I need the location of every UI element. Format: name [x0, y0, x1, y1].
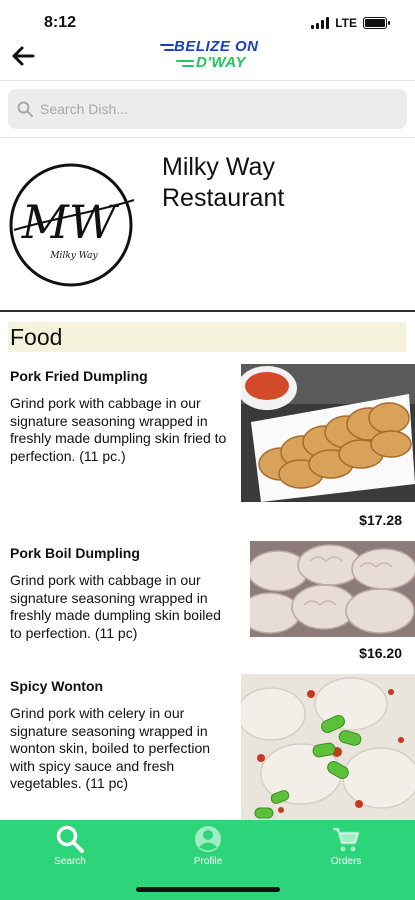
item-name: Pork Fried Dumpling	[10, 368, 148, 384]
item-price: $17.28	[359, 512, 402, 528]
top-bar: BELIZE ON D'WAY	[0, 36, 415, 76]
item-description: Grind pork with celery in our signature …	[10, 705, 211, 791]
logo-caption: Milky Way	[49, 251, 98, 261]
item-name: Spicy Wonton	[10, 678, 104, 694]
section-title: Food	[8, 322, 406, 352]
menu-item[interactable]: Pork Boil Dumpling Grind pork with cabba…	[0, 537, 415, 662]
battery-icon	[363, 17, 390, 29]
nav-label: Search	[54, 856, 86, 867]
brand-logo: BELIZE ON D'WAY	[160, 38, 280, 74]
restaurant-name: Milky Way Restaurant	[162, 153, 285, 212]
nav-search[interactable]: Search	[30, 824, 110, 872]
item-description: Grind pork with cabbage in our signature…	[10, 572, 221, 641]
back-button[interactable]	[10, 42, 38, 70]
dish-photo	[241, 674, 415, 820]
signal-icon	[311, 17, 330, 29]
status-bar: 8:12 LTE	[0, 0, 415, 40]
dish-photo	[241, 364, 415, 502]
search-input[interactable]	[40, 101, 380, 117]
item-name: Pork Boil Dumpling	[10, 545, 140, 561]
logo-monogram: MW	[21, 195, 120, 249]
nav-profile[interactable]: Profile	[168, 824, 248, 872]
item-price: $16.20	[359, 645, 402, 661]
status-time: 8:12	[44, 14, 77, 31]
search-icon	[17, 101, 33, 117]
profile-icon	[195, 826, 221, 852]
search-bar[interactable]	[8, 89, 407, 129]
back-arrow-icon	[12, 46, 35, 66]
home-indicator[interactable]	[136, 887, 280, 892]
cart-icon	[333, 827, 360, 852]
nav-label: Profile	[193, 856, 223, 867]
search-section	[0, 80, 415, 138]
brand-line2: D'WAY	[196, 54, 246, 71]
network-label: LTE	[335, 16, 357, 30]
menu-item[interactable]: Spicy Wonton Grind pork with celery in o…	[0, 670, 415, 820]
nav-orders[interactable]: Orders	[306, 824, 386, 872]
status-indicators: LTE	[311, 16, 390, 30]
menu-item[interactable]: Pork Fried Dumpling Grind pork with cabb…	[0, 360, 415, 530]
restaurant-logo: MW Milky Way	[9, 163, 135, 287]
nav-label: Orders	[330, 856, 362, 867]
dish-photo	[250, 541, 415, 637]
restaurant-header: MW Milky Way Milky Way Restaurant	[0, 140, 415, 312]
item-description: Grind pork with cabbage in our signature…	[10, 395, 227, 464]
search-icon	[56, 825, 84, 853]
brand-line1: BELIZE ON	[174, 38, 259, 55]
